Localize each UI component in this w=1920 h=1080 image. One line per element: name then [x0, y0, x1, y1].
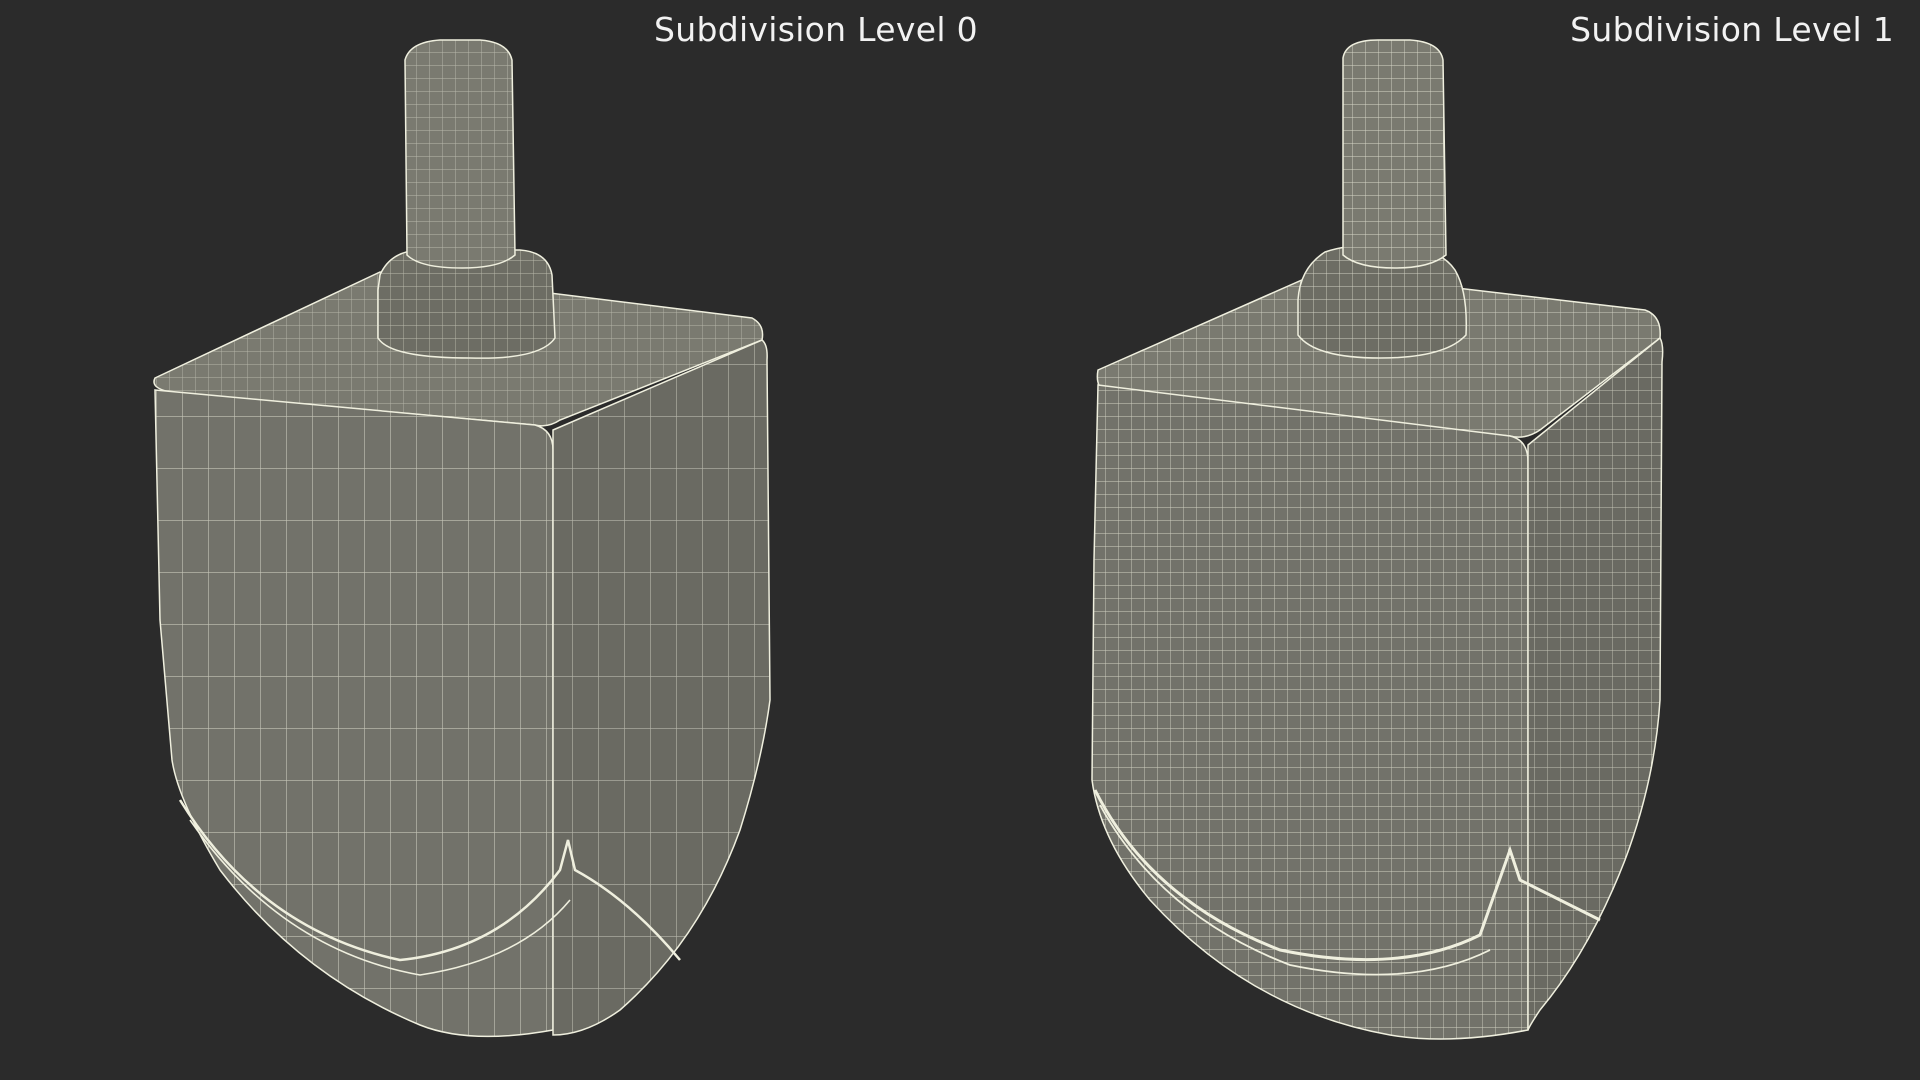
wireframe-render	[153, 39, 1664, 1040]
dreidel-level-1	[1091, 39, 1664, 1040]
dreidel-level-0	[153, 39, 771, 1038]
render-viewport: Subdivision Level 0 Subdivision Level 1	[0, 0, 1920, 1080]
